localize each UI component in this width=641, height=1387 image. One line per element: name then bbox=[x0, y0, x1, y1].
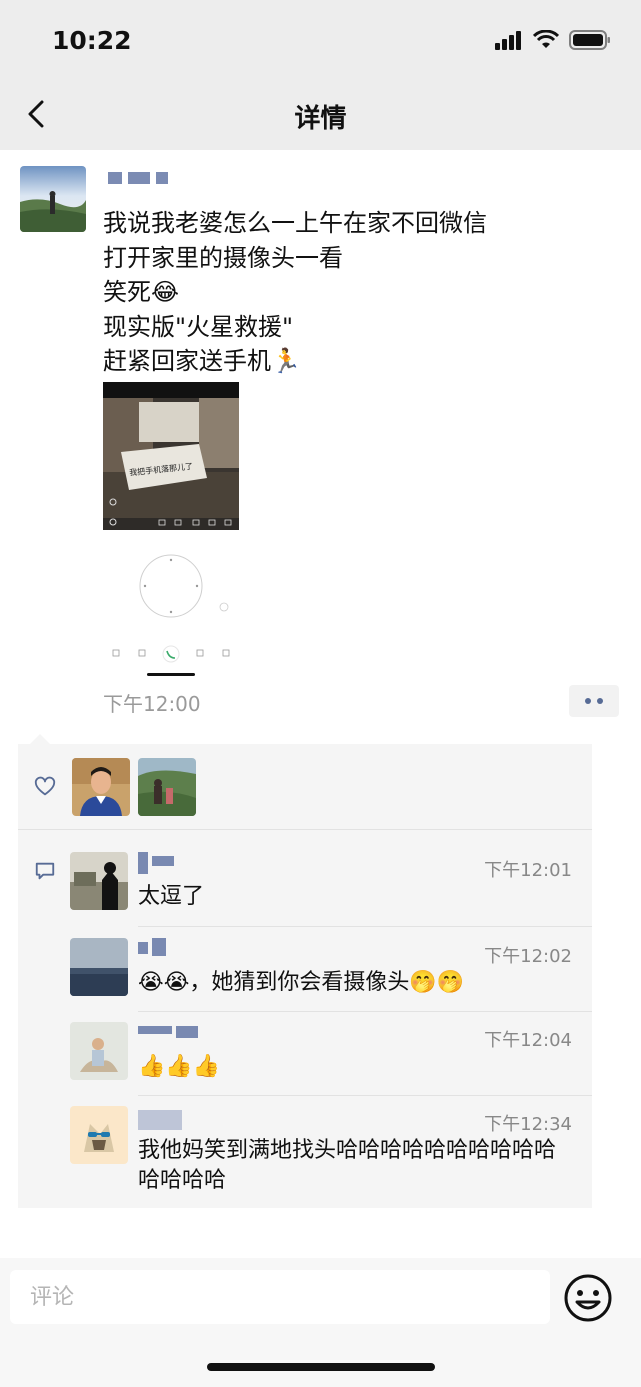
post-image[interactable]: 我把手机落那儿了 bbox=[103, 382, 239, 680]
commenter-avatar[interactable] bbox=[70, 852, 128, 910]
comment-text: 我他妈笑到满地找头哈哈哈哈哈哈哈哈哈哈哈哈哈哈 bbox=[138, 1138, 557, 1193]
commenter-name[interactable] bbox=[138, 938, 166, 956]
comment-item[interactable]: 下午12:04 👍👍👍 bbox=[70, 1022, 580, 1082]
comment-text: 太逗了 bbox=[138, 884, 205, 909]
comment-time: 下午12:34 bbox=[484, 1114, 572, 1135]
comment-time: 下午12:01 bbox=[484, 860, 572, 881]
dot-icon bbox=[585, 698, 591, 704]
status-time: 10:22 bbox=[52, 26, 132, 55]
comment-icon bbox=[35, 862, 55, 880]
page-title: 详情 bbox=[294, 104, 347, 134]
author-avatar[interactable] bbox=[20, 166, 86, 232]
heart-icon bbox=[34, 776, 56, 796]
comment-text: 👍👍👍 bbox=[138, 1054, 221, 1079]
commenter-name[interactable] bbox=[138, 1026, 198, 1038]
commenter-avatar[interactable] bbox=[70, 938, 128, 996]
smiley-icon bbox=[564, 1274, 612, 1322]
comment-input-bar bbox=[0, 1258, 641, 1387]
commenter-name[interactable] bbox=[138, 1110, 182, 1130]
commenter-avatar[interactable] bbox=[70, 1106, 128, 1164]
panel-notch bbox=[30, 734, 50, 744]
home-indicator bbox=[207, 1363, 435, 1371]
emoji-button[interactable] bbox=[562, 1272, 614, 1324]
comment-item[interactable]: 下午12:01 太逗了 bbox=[70, 852, 580, 912]
post-text: 我说我老婆怎么一上午在家不回微信 打开家里的摄像头一看 笑死😂 现实版"火星救援… bbox=[103, 209, 487, 375]
comment-text: 😭😭，她猜到你会看摄像头🤭🤭 bbox=[138, 970, 465, 995]
like-avatar[interactable] bbox=[72, 758, 130, 816]
like-avatar[interactable] bbox=[138, 758, 196, 816]
commenter-avatar[interactable] bbox=[70, 1022, 128, 1080]
divider bbox=[138, 926, 592, 927]
comment-item[interactable]: 下午12:34 我他妈笑到满地找头哈哈哈哈哈哈哈哈哈哈哈哈哈哈 bbox=[70, 1106, 580, 1196]
dot-icon bbox=[597, 698, 603, 704]
wifi-icon bbox=[533, 30, 559, 48]
status-icons bbox=[495, 30, 611, 50]
nav-bar: 详情 bbox=[0, 80, 641, 150]
author-name[interactable] bbox=[108, 172, 168, 184]
post-time: 下午12:00 bbox=[103, 692, 201, 716]
status-bar: 10:22 bbox=[0, 0, 641, 80]
interaction-panel: 下午12:01 太逗了 下午12:02 😭😭，她猜到你会看摄像头🤭🤭 下午12:… bbox=[18, 744, 592, 1208]
divider bbox=[138, 1095, 592, 1096]
commenter-name[interactable] bbox=[138, 852, 174, 874]
comment-time: 下午12:02 bbox=[484, 946, 572, 967]
comment-item[interactable]: 下午12:02 😭😭，她猜到你会看摄像头🤭🤭 bbox=[70, 938, 580, 998]
signal-icon bbox=[495, 31, 521, 50]
divider bbox=[138, 1011, 592, 1012]
comment-time: 下午12:04 bbox=[484, 1030, 572, 1051]
battery-icon bbox=[569, 30, 610, 50]
more-actions-button[interactable] bbox=[569, 685, 619, 717]
comment-input[interactable] bbox=[10, 1270, 550, 1324]
likes-row bbox=[18, 744, 592, 830]
